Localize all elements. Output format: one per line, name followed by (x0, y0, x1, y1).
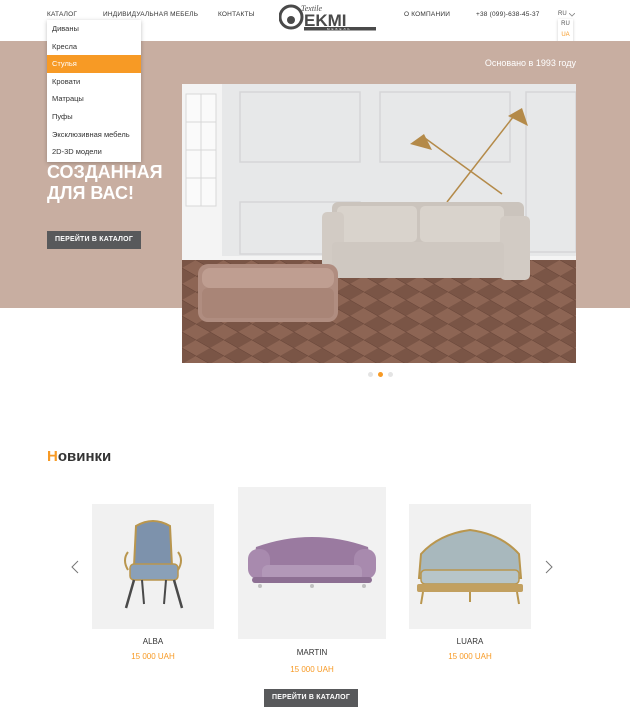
language-option-ru[interactable]: RU (558, 19, 573, 30)
new-items-title: Новинки (47, 448, 111, 465)
hero-title-line1: СОЗДАННАЯ (47, 162, 163, 182)
product-name-martin[interactable]: MARTIN (238, 648, 386, 657)
nav-about[interactable]: О КОМПАНИИ (404, 11, 450, 18)
product-image-martin[interactable] (238, 487, 386, 639)
catalog-item-sofas[interactable]: Диваны (47, 20, 141, 38)
new-items-catalog-button[interactable]: ПЕРЕЙТИ В КАТАЛОГ (264, 689, 358, 707)
slider-dot-3[interactable] (388, 372, 393, 377)
product-name-luara[interactable]: LUARA (409, 637, 531, 646)
nav-contacts[interactable]: КОНТАКТЫ (218, 11, 255, 18)
product-price-alba: 15 000 UAH (131, 652, 175, 661)
chevron-left-icon[interactable] (70, 560, 80, 574)
product-image-alba[interactable] (92, 504, 214, 629)
slider-dots (367, 372, 397, 378)
slider-dot-1[interactable] (368, 372, 373, 377)
catalog-item-poufs[interactable]: Пуфы (47, 108, 141, 126)
hero-image (182, 84, 576, 363)
nav-catalog[interactable]: КАТАЛОГ (47, 11, 77, 18)
product-price-luara: 15 000 UAH (448, 652, 492, 661)
slider-dot-2[interactable] (378, 372, 383, 377)
product-price-martin: 15 000 UAH (290, 665, 334, 674)
product-image-luara[interactable] (409, 504, 531, 629)
logo-sub-text: МЕБЕЛЬ (327, 27, 351, 31)
catalog-item-beds[interactable]: Кровати (47, 73, 141, 91)
catalog-item-armchairs[interactable]: Кресла (47, 38, 141, 56)
chevron-right-icon[interactable] (544, 560, 554, 574)
founded-text: Основано в 1993 году (484, 58, 576, 68)
chevron-down-icon (569, 13, 575, 17)
language-option-ua[interactable]: UA (558, 30, 573, 41)
nav-custom-furniture[interactable]: ИНДИВИДУАЛЬНАЯ МЕБЕЛЬ (103, 11, 198, 18)
product-name-alba[interactable]: ALBA (92, 637, 214, 646)
catalog-item-exclusive[interactable]: Эксклюзивная мебель (47, 126, 141, 144)
hero-title-line2: ДЛЯ ВАС! (47, 183, 135, 203)
hero-title: СОЗДАННАЯ ДЛЯ ВАС! (47, 162, 197, 204)
new-items-title-rest: овинки (57, 448, 112, 465)
catalog-item-chairs[interactable]: Стулья (47, 55, 141, 73)
logo-mark: Textile EKMI МЕБЕЛЬ (278, 4, 376, 31)
new-items-title-first-letter: Н (47, 448, 58, 465)
catalog-item-mattresses[interactable]: Матрацы (47, 90, 141, 108)
catalog-dropdown: Диваны Кресла Стулья Кровати Матрацы Пуф… (47, 20, 141, 162)
current-language: RU (558, 11, 567, 17)
hero-catalog-button[interactable]: ПЕРЕЙТИ В КАТАЛОГ (47, 231, 141, 249)
site-logo[interactable]: Textile EKMI МЕБЕЛЬ (278, 2, 377, 32)
language-switcher[interactable]: RU (558, 11, 575, 17)
phone-number[interactable]: +38 (099)-638-45-37 (476, 11, 540, 18)
catalog-item-models[interactable]: 2D-3D модели (47, 143, 141, 161)
